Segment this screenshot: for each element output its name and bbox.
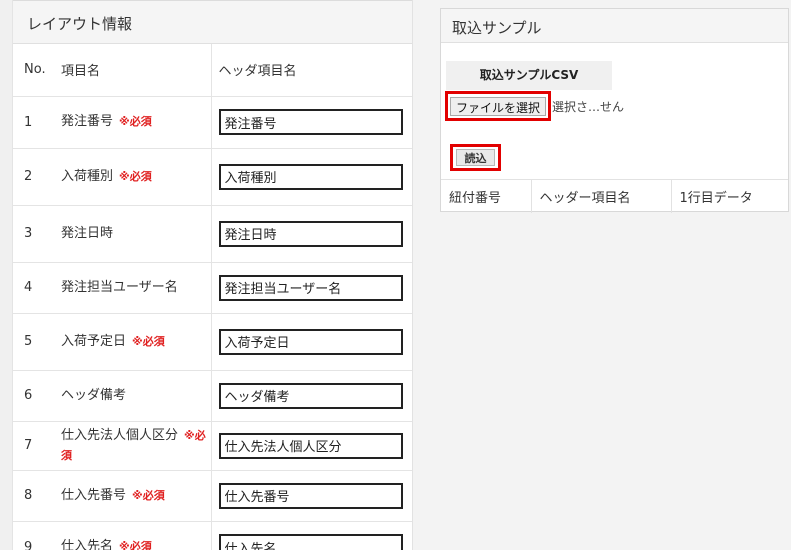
- item-name-cell: 仕入先法人個人区分 ※必須: [53, 421, 212, 471]
- item-name: 発注番号: [61, 114, 114, 129]
- layout-table: No. 項目名 ヘッダ項目名 1 発注番号 ※必須 2 入荷種別 ※必須 3 発注日時 4 発注担…: [13, 44, 412, 550]
- item-name-cell: 入荷種別 ※必須: [53, 148, 212, 206]
- item-name-wrap: 入荷種別 ※必須: [61, 167, 211, 187]
- header-name-input[interactable]: [218, 432, 403, 459]
- read-button[interactable]: 読込: [456, 149, 495, 166]
- layout-row: 1 発注番号 ※必須: [13, 96, 412, 149]
- row-number: 6: [13, 370, 53, 422]
- header-name-input[interactable]: [218, 163, 403, 190]
- item-name: 入荷種別: [61, 168, 114, 184]
- file-select-row: ファイルを選択 選択さ…せん: [445, 91, 624, 121]
- item-name-wrap: 発注担当ユーザー名: [61, 278, 211, 298]
- row-number: 7: [13, 421, 53, 471]
- item-name-wrap: 仕入先法人個人区分 ※必須: [61, 426, 211, 466]
- header-name-cell: [211, 262, 412, 314]
- column-header-no: No.: [13, 44, 53, 97]
- item-name-wrap: ヘッダ備考: [61, 386, 211, 406]
- item-name: 仕入先法人個人区分: [61, 427, 179, 443]
- item-name-wrap: 仕入先番号 ※必須: [61, 486, 211, 506]
- row-number: 1: [13, 96, 53, 149]
- layout-table-header-row: No. 項目名 ヘッダ項目名: [13, 44, 412, 97]
- required-mark: ※必須: [132, 488, 165, 502]
- header-name-input[interactable]: [218, 534, 403, 550]
- layout-row: 3 発注日時: [13, 205, 412, 263]
- column-header-header-name: ヘッダ項目名: [211, 44, 412, 97]
- layout-row: 5 入荷予定日 ※必須: [13, 313, 412, 371]
- layout-panel: レイアウト情報 No. 項目名 ヘッダ項目名 1 発注番号 ※必須 2 入荷種別 ※必須 3…: [0, 0, 413, 550]
- layout-row: 7 仕入先法人個人区分 ※必須: [13, 421, 412, 471]
- required-mark: ※必須: [119, 115, 152, 128]
- item-name: 仕入先番号: [61, 487, 127, 503]
- column-header-header-item-name: ヘッダー項目名: [531, 179, 672, 213]
- layout-row: 8 仕入先番号 ※必須: [13, 470, 412, 522]
- header-name-cell: [211, 370, 412, 422]
- header-name-input[interactable]: [218, 274, 403, 301]
- header-name-input[interactable]: [218, 220, 403, 247]
- row-number: 4: [13, 262, 53, 314]
- sample-panel-title: 取込サンプル: [441, 9, 788, 43]
- layout-row: 2 入荷種別 ※必須: [13, 148, 412, 206]
- item-name: ヘッダ備考: [61, 387, 127, 403]
- item-name-cell: ヘッダ備考: [53, 370, 212, 422]
- item-name: 発注日時: [61, 225, 114, 241]
- layout-row: 6 ヘッダ備考: [13, 370, 412, 422]
- sample-csv-label: 取込サンプルCSV: [446, 61, 612, 90]
- row-number: 9: [13, 521, 53, 550]
- item-name-cell: 入荷予定日 ※必須: [53, 313, 212, 371]
- layout-row: 4 発注担当ユーザー名: [13, 262, 412, 314]
- item-name-cell: 仕入先番号 ※必須: [53, 470, 212, 522]
- column-header-item-name: 項目名: [53, 44, 212, 97]
- layout-row: 9 仕入先名 ※必須: [13, 521, 412, 550]
- required-mark: ※必須: [119, 540, 152, 550]
- row-number: 8: [13, 470, 53, 522]
- column-header-link-number: 紐付番号: [441, 179, 532, 213]
- sample-table-header-row: 紐付番号 ヘッダー項目名 1行目データ: [441, 179, 788, 213]
- header-name-cell: [211, 205, 412, 263]
- header-name-cell: [211, 421, 412, 471]
- read-button-highlight: 読込: [450, 144, 501, 171]
- left-margin-strip: [0, 0, 13, 550]
- item-name: 仕入先名: [61, 539, 114, 550]
- header-name-input[interactable]: [218, 328, 403, 355]
- header-name-cell: [211, 96, 412, 149]
- header-name-cell: [211, 521, 412, 550]
- item-name-cell: 仕入先名 ※必須: [53, 521, 212, 550]
- file-status-text: 選択さ…せん: [552, 99, 625, 114]
- header-name-cell: [211, 470, 412, 522]
- choose-file-button[interactable]: ファイルを選択: [450, 96, 547, 116]
- row-number: 2: [13, 148, 53, 206]
- item-name-cell: 発注日時: [53, 205, 212, 263]
- header-name-input[interactable]: [218, 482, 403, 509]
- header-name-cell: [211, 313, 412, 371]
- column-header-first-row-data: 1行目データ: [679, 190, 753, 206]
- layout-panel-title: レイアウト情報: [13, 0, 412, 44]
- item-name: 入荷予定日: [61, 333, 127, 349]
- required-mark: ※必須: [132, 334, 165, 348]
- sample-table: 紐付番号 ヘッダー項目名 1行目データ: [441, 179, 788, 213]
- item-name: 発注担当ユーザー名: [61, 279, 178, 295]
- header-name-cell: [211, 148, 412, 206]
- header-name-input[interactable]: [218, 382, 403, 409]
- item-name-wrap: 仕入先名 ※必須: [61, 537, 211, 550]
- item-name-wrap: 入荷予定日 ※必須: [61, 332, 211, 352]
- item-name-wrap: 発注日時: [61, 224, 211, 244]
- file-button-highlight: ファイルを選択: [445, 91, 552, 121]
- header-name-input[interactable]: [218, 109, 403, 135]
- item-name-wrap: 発注番号 ※必須: [61, 112, 211, 132]
- sample-panel: 取込サンプル 取込サンプルCSV ファイルを選択 選択さ…せん 読込 紐付番号 …: [440, 8, 789, 213]
- required-mark: ※必須: [119, 169, 152, 183]
- row-number: 3: [13, 205, 53, 263]
- item-name-cell: 発注担当ユーザー名: [53, 262, 212, 314]
- item-name-cell: 発注番号 ※必須: [53, 96, 212, 149]
- row-number: 5: [13, 313, 53, 371]
